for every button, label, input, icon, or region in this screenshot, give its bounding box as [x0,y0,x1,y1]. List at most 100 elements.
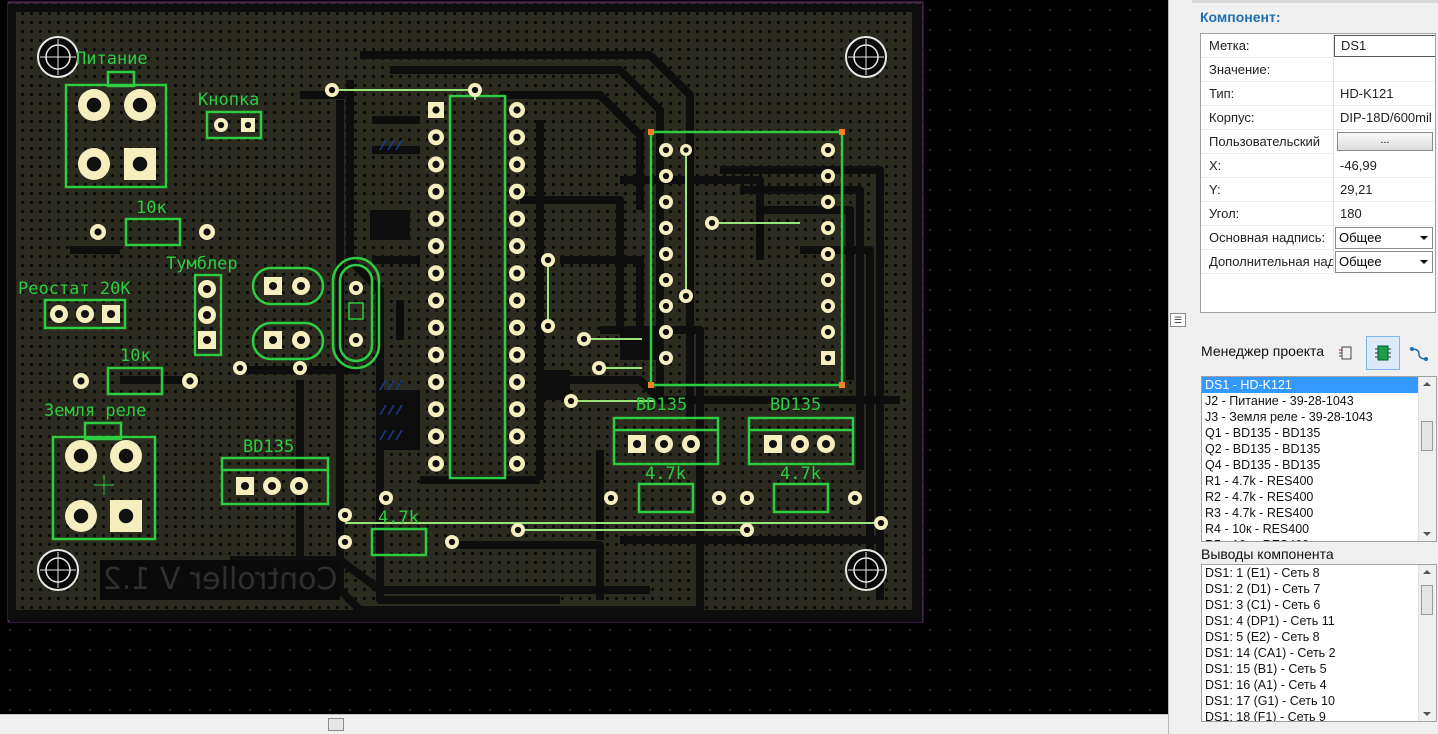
splitter-grip-icon[interactable]: ☰ [1170,313,1186,327]
component-list-item[interactable]: Q1 - BD135 - BD135 [1202,425,1436,441]
dropdown-arrow-icon[interactable] [1420,236,1428,240]
component-list-item[interactable]: R1 - 4.7k - RES400 [1202,473,1436,489]
pin-list-item[interactable]: DS1: 15 (B1) - Сеть 5 [1202,661,1436,677]
scroll-down-icon[interactable] [1423,712,1431,716]
pad-drill [513,160,521,168]
scroll-up-icon[interactable] [1423,570,1431,574]
pad-drill [132,156,148,172]
pad-drill [514,526,522,534]
properties-grid[interactable]: Метка: DS1 Значение: Тип: HD-K121 Корпус: DIP-… [1200,33,1436,313]
pad-drill [513,351,521,359]
component-list-item[interactable]: J2 - Питание - 39-28-1043 [1202,393,1436,409]
component-items[interactable]: DS1 - HD-K121 J2 - Питание - 39-28-1043 J3… [1202,377,1436,541]
pad-drill [580,335,588,343]
nets-view-icon[interactable] [1402,336,1436,370]
pad-drill [824,250,832,258]
copper-zone [370,210,410,240]
component-list-item[interactable]: DS1 - HD-K121 [1202,377,1436,393]
pad-drill [877,519,885,527]
component-list-item[interactable]: R3 - 4.7k - RES400 [1202,505,1436,521]
horizontal-scroll-thumb[interactable] [328,718,344,731]
component-list-item[interactable]: R4 - 10к - RES400 [1202,521,1436,537]
pad-drill [471,86,479,94]
scroll-down-icon[interactable] [1423,532,1431,536]
property-select[interactable]: Общее [1335,251,1433,273]
pad-drill [132,97,148,113]
pcb-board[interactable] [0,0,930,630]
pin-list-item[interactable]: DS1: 14 (CA1) - Сеть 2 [1202,645,1436,661]
pin-list-item[interactable]: DS1: 17 (G1) - Сеть 10 [1202,693,1436,709]
copper-zone [380,390,420,450]
pad-drill [795,439,805,449]
pad-drill [662,354,670,362]
pin-list[interactable]: DS1: 1 (E1) - Сеть 8 DS1: 2 (D1) - Сеть 7… [1201,564,1437,722]
property-value-text: Общее [1339,254,1382,269]
pin-list-item[interactable]: DS1: 1 (E1) - Сеть 8 [1202,565,1436,581]
pad-drill [432,296,440,304]
property-row[interactable]: Тип: HD-K121 [1201,82,1435,106]
pad-drill [432,188,440,196]
component-list-item[interactable]: Q4 - BD135 - BD135 [1202,457,1436,473]
property-row[interactable]: Метка: DS1 [1201,34,1435,58]
pin-list-item[interactable]: DS1: 2 (D1) - Сеть 7 [1202,581,1436,597]
property-row[interactable]: Y: 29,21 [1201,178,1435,202]
pad-drill [294,481,304,491]
pad-drill [595,364,603,372]
pad-drill [296,364,304,372]
property-row[interactable]: Дополнительная надпись: Общее [1201,250,1435,274]
pin-list-scroll-thumb[interactable] [1421,585,1433,615]
silk-label-r10k_top: 10к [136,198,167,218]
component-list-item[interactable]: Q2 - BD135 - BD135 [1202,441,1436,457]
pin-list-item[interactable]: DS1: 3 (C1) - Сеть 6 [1202,597,1436,613]
pad-drill [106,309,116,319]
pad-drill [513,106,521,114]
property-row[interactable]: Угол: 180 [1201,202,1435,226]
property-browse-button[interactable]: ... [1337,132,1433,151]
component-list-item[interactable]: J3 - Земля реле - 39-28-1043 [1202,409,1436,425]
panel-splitter[interactable] [1168,0,1192,734]
property-row[interactable]: Значение: [1201,58,1435,82]
pin-list-item[interactable]: DS1: 18 (F1) - Сеть 9 [1202,709,1436,721]
copper-zone [8,4,16,620]
property-row[interactable]: Корпус: DIP-18D/600mil [1201,106,1435,130]
silk-label-r10k_mid: 10к [120,346,151,366]
pad-drill [513,242,521,250]
pad-drill [824,276,832,284]
component-list-item[interactable]: R5 - 10к - RES400 [1202,537,1436,541]
property-row[interactable]: Пользовательский... [1201,130,1435,154]
pcb-canvas[interactable]: Controller V 1.2 Питание Кнопка 10к Тумблер… [0,0,1168,714]
scroll-up-icon[interactable] [1423,382,1431,386]
property-label-input[interactable]: DS1 [1334,35,1435,57]
property-value-text: 29,21 [1340,182,1373,197]
pad-drill [513,296,521,304]
pad-drill [432,351,440,359]
component-list[interactable]: DS1 - HD-K121 J2 - Питание - 39-28-1043 J3… [1201,376,1437,542]
property-value-text: -46,99 [1340,158,1377,173]
property-select[interactable]: Общее [1335,227,1433,249]
pad-drill [662,302,670,310]
components-view-icon[interactable] [1366,336,1400,370]
silk-label-r47k_right: 4.7k [780,464,821,484]
pad-drill [432,106,440,114]
component-list-item[interactable]: R2 - 4.7k - RES400 [1202,489,1436,505]
property-row[interactable]: Основная надпись: Общее [1201,226,1435,250]
pin-list-item[interactable]: DS1: 4 (DP1) - Сеть 11 [1202,613,1436,629]
netlist-view-icon[interactable] [1330,336,1364,370]
component-list-scroll-thumb[interactable] [1421,421,1433,451]
component-list-scrollbar[interactable] [1418,377,1436,541]
property-name: Дополнительная надпись: [1201,250,1334,274]
pad-drill [513,460,521,468]
dropdown-arrow-icon[interactable] [1420,260,1428,264]
pad-drill [659,439,669,449]
horizontal-scrollbar[interactable] [0,714,1168,734]
pin-list-item[interactable]: DS1: 5 (E2) - Сеть 8 [1202,629,1436,645]
pin-list-scrollbar[interactable] [1418,565,1436,721]
pad-drill [202,310,212,320]
pin-list-item[interactable]: DS1: 16 (A1) - Сеть 4 [1202,677,1436,693]
property-name: X: [1201,154,1334,178]
pad-drill [686,439,696,449]
pad-drill [821,439,831,449]
pad-drill [662,276,670,284]
pin-items[interactable]: DS1: 1 (E1) - Сеть 8 DS1: 2 (D1) - Сеть 7… [1202,565,1436,721]
property-row[interactable]: X: -46,99 [1201,154,1435,178]
